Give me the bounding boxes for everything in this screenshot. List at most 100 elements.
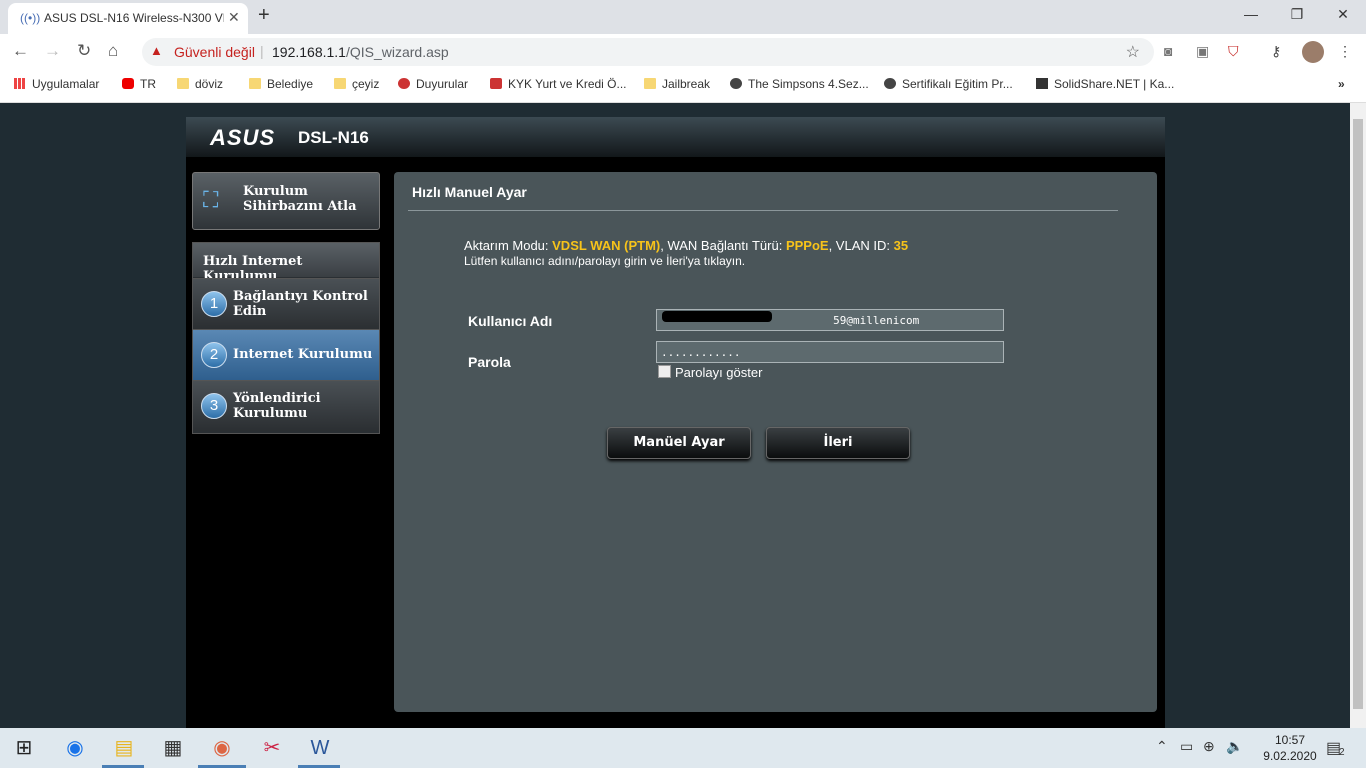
wan-value: PPPoE <box>785 238 829 253</box>
menu-dots-icon[interactable]: ⋮ <box>1338 43 1352 60</box>
apps-grid-icon <box>14 78 26 89</box>
bookmark-star-icon[interactable]: ☆ <box>1126 42 1140 62</box>
bookmark-label: Belediye <box>267 77 314 91</box>
close-tab-icon[interactable]: ✕ <box>228 9 240 26</box>
globe-icon <box>884 78 896 89</box>
skip-wizard-label: Kurulum Sihirbazını Atla <box>243 184 357 214</box>
next-button[interactable]: İleri <box>766 427 910 459</box>
close-window-icon[interactable]: ✕ <box>1328 6 1358 23</box>
home-icon[interactable]: ⌂ <box>108 41 118 61</box>
bookmark-duyurular[interactable]: Duyurular <box>398 77 468 91</box>
taskbar: ⊞ ◉ ▤ ▦ ◉ ✂ W ⌃ ▭ ⊕ 🔈 10:57 9.02.2020 ▤ 2 <box>0 728 1366 768</box>
wan-label: , WAN Bağlantı Türü: <box>660 238 786 253</box>
step-number: 2 <box>201 342 227 368</box>
manual-setup-panel: Hızlı Manuel Ayar Aktarım Modu: VDSL WAN… <box>394 172 1157 712</box>
emblem-icon <box>398 78 410 89</box>
url-host: 192.168.1.1 <box>272 44 346 60</box>
network-icon: ⛶ <box>203 187 219 212</box>
checkbox-icon[interactable] <box>658 365 671 378</box>
password-label: Parola <box>468 354 511 370</box>
bookmark-ceyiz[interactable]: çeyiz <box>334 77 379 91</box>
skip-wizard-button[interactable]: ⛶ Kurulum Sihirbazını Atla <box>192 172 380 230</box>
bookmark-sertifikali[interactable]: Sertifikalı Eğitim Pr... <box>884 77 1013 91</box>
clock[interactable]: 10:57 9.02.2020 <box>1262 732 1318 764</box>
instructions: Lütfen kullanıcı adını/parolayı girin ve… <box>464 254 746 268</box>
show-password-label: Parolayı göster <box>675 365 763 380</box>
mode-label: Aktarım Modu: <box>464 238 553 253</box>
divider: | <box>260 43 264 59</box>
router-ui: ASUS DSL-N16 ⛶ Kurulum Sihirbazını Atla … <box>186 117 1165 728</box>
bookmark-label: SolidShare.NET | Ka... <box>1054 77 1175 91</box>
bookmark-apps[interactable]: Uygulamalar <box>14 77 99 91</box>
step-number: 1 <box>201 291 227 317</box>
step-label: Yönlendirici Kurulumu <box>233 391 321 421</box>
cast-icon[interactable]: ▣ <box>1196 43 1209 60</box>
reload-icon[interactable]: ↻ <box>77 41 91 61</box>
shield-icon[interactable]: ⛉ <box>1228 43 1239 60</box>
bookmark-label: Jailbreak <box>662 77 711 91</box>
page-content: ASUS DSL-N16 ⛶ Kurulum Sihirbazını Atla … <box>0 103 1350 728</box>
tab-strip: ((•)) ASUS DSL-N16 Wireless-N300 VDSL ✕ … <box>0 0 1366 34</box>
volume-icon[interactable]: 🔈 <box>1226 738 1243 755</box>
menu-header: Hızlı Internet Kurulumu <box>193 243 379 284</box>
show-password-checkbox[interactable]: Parolayı göster <box>658 365 762 380</box>
step-number: 3 <box>201 393 227 419</box>
camera-icon[interactable]: ◙ <box>1164 43 1172 59</box>
avatar[interactable] <box>1302 41 1324 63</box>
bookmark-label: Uygulamalar <box>32 77 100 91</box>
chevron-up-icon[interactable]: ⌃ <box>1156 738 1168 755</box>
file-explorer-icon[interactable]: ▤ <box>110 734 138 762</box>
manual-setup-button[interactable]: Manüel Ayar <box>607 427 751 459</box>
bookmark-jailbreak[interactable]: Jailbreak <box>644 77 710 91</box>
chrome-icon[interactable]: ◉ <box>61 734 89 762</box>
folder-icon <box>334 78 346 89</box>
bookmark-tr[interactable]: TR <box>122 77 156 91</box>
address-bar[interactable]: ▲ Güvenli değil | 192.168.1.1/QIS_wizard… <box>142 38 1154 66</box>
scrollbar-thumb[interactable] <box>1353 119 1363 709</box>
calculator-icon[interactable]: ▦ <box>159 734 187 762</box>
globe-icon <box>730 78 742 89</box>
bookmark-simpsons[interactable]: The Simpsons 4.Sez... <box>730 77 869 91</box>
router-banner: ASUS DSL-N16 <box>186 117 1165 157</box>
wifi-icon: ((•)) <box>20 11 41 25</box>
key-icon[interactable]: ⚷ <box>1271 43 1281 60</box>
bookmark-belediye[interactable]: Belediye <box>249 77 313 91</box>
network-globe-icon[interactable]: ⊕ <box>1203 738 1215 755</box>
password-input[interactable] <box>656 341 1004 363</box>
bookmark-label: The Simpsons 4.Sez... <box>748 77 869 91</box>
bookmark-kyk[interactable]: KYK Yurt ve Kredi Ö... <box>490 77 627 91</box>
minimize-icon[interactable]: — <box>1236 6 1266 22</box>
bookmark-label: Duyurular <box>416 77 469 91</box>
bookmarks-bar: Uygulamalar TR döviz Belediye çeyiz Duyu… <box>0 70 1366 103</box>
step-internet-setup[interactable]: 2 Internet Kurulumu <box>193 329 379 380</box>
model-name: DSL-N16 <box>298 128 369 147</box>
bookmark-doviz[interactable]: döviz <box>177 77 223 91</box>
connection-info: Aktarım Modu: VDSL WAN (PTM), WAN Bağlan… <box>464 238 908 253</box>
folder-icon <box>249 78 261 89</box>
back-icon[interactable]: ← <box>12 41 29 61</box>
step-router-setup[interactable]: 3 Yönlendirici Kurulumu <box>193 380 379 431</box>
word-icon[interactable]: W <box>306 734 334 762</box>
scrollbar[interactable] <box>1350 103 1366 728</box>
url-path: /QIS_wizard.asp <box>345 44 449 60</box>
vlan-value: 35 <box>893 238 909 253</box>
divider <box>408 210 1118 211</box>
more-bookmarks-icon[interactable]: » <box>1338 77 1345 91</box>
chrome-profile-icon[interactable]: ◉ <box>208 734 236 762</box>
restore-icon[interactable]: ❐ <box>1282 6 1312 23</box>
bookmark-solidshare[interactable]: SolidShare.NET | Ka... <box>1036 77 1174 91</box>
browser-tab[interactable]: ((•)) ASUS DSL-N16 Wireless-N300 VDSL ✕ <box>8 3 248 34</box>
url-text[interactable]: 192.168.1.1/QIS_wizard.asp <box>272 44 449 60</box>
security-label[interactable]: Güvenli değil <box>174 44 255 60</box>
windows-start-icon[interactable]: ⊞ <box>10 734 38 762</box>
folder-icon <box>177 78 189 89</box>
step-check-connection[interactable]: 1 Bağlantıyı Kontrol Edin <box>193 278 379 329</box>
new-tab-icon[interactable]: + <box>258 4 270 27</box>
time: 10:57 <box>1274 733 1306 747</box>
mode-value: VDSL WAN (PTM) <box>552 238 661 253</box>
forward-icon[interactable]: → <box>44 41 61 61</box>
kyk-icon <box>490 78 502 89</box>
battery-icon[interactable]: ▭ <box>1180 738 1193 755</box>
snipping-tool-icon[interactable]: ✂ <box>258 734 286 762</box>
wizard-menu: Hızlı Internet Kurulumu 1 Bağlantıyı Kon… <box>192 242 380 434</box>
